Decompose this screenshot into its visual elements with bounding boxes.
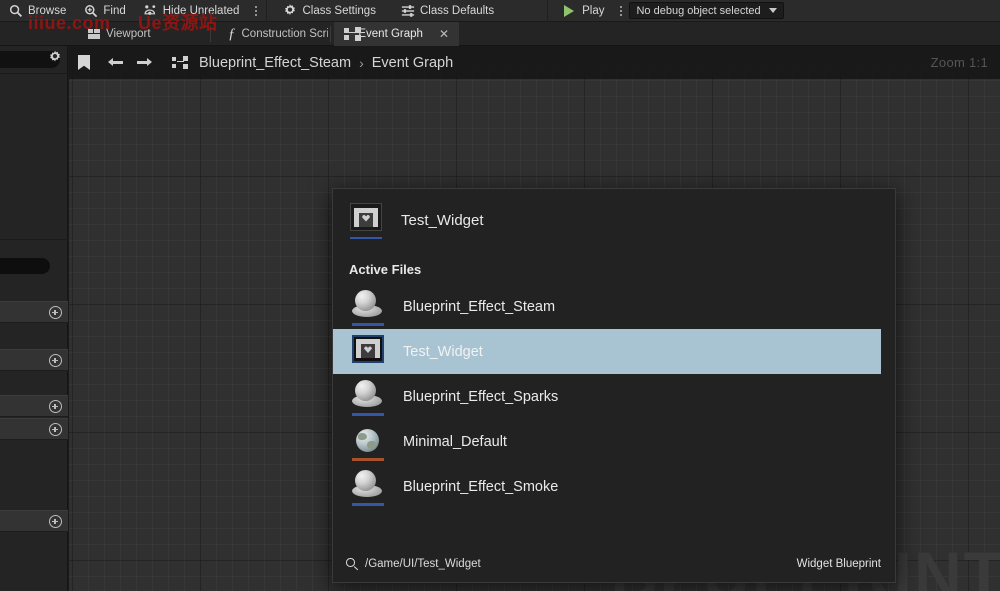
toolbar-divider-1 <box>266 0 267 22</box>
function-icon: ƒ <box>228 27 236 42</box>
asset-path: /Game/UI/Test_Widget <box>346 558 481 570</box>
find-label: Find <box>103 5 125 17</box>
graph-type-icon-wrap <box>167 46 193 79</box>
breadcrumb: Blueprint_Effect_Steam › Event Graph <box>199 55 453 71</box>
hide-unrelated-button[interactable]: Hide Unrelated <box>135 0 249 22</box>
list-item-label: Test_Widget <box>403 344 483 360</box>
list-item-label: Blueprint_Effect_Sparks <box>403 389 558 405</box>
close-icon[interactable]: ✕ <box>439 28 449 40</box>
arrow-left-icon <box>108 57 124 69</box>
bookmark-button[interactable] <box>69 46 99 79</box>
blueprint-sphere-icon <box>349 378 387 416</box>
hide-unrelated-icon <box>144 4 158 18</box>
tab-divider-1 <box>210 26 211 42</box>
plus-circle-icon[interactable] <box>49 306 62 319</box>
hide-unrelated-label: Hide Unrelated <box>163 5 240 17</box>
panel-row-4[interactable] <box>0 418 68 440</box>
search-icon <box>346 558 358 570</box>
panel-divider-top <box>0 73 68 74</box>
toolbar-divider-2 <box>547 0 548 22</box>
play-button[interactable]: Play <box>550 0 613 22</box>
plus-circle-icon[interactable] <box>49 423 62 436</box>
class-defaults-label: Class Defaults <box>420 5 494 17</box>
left-panel <box>0 46 68 591</box>
panel-row-5[interactable] <box>0 510 68 532</box>
play-icon <box>564 5 574 17</box>
hide-unrelated-overflow-button[interactable] <box>248 0 264 22</box>
blueprint-sphere-icon <box>349 288 387 326</box>
list-item-label: Blueprint_Effect_Smoke <box>403 479 558 495</box>
tab-event-graph-label: Event Graph <box>358 28 423 40</box>
widget-blueprint-icon <box>349 333 387 371</box>
panel-filter-input[interactable] <box>0 258 50 274</box>
find-icon <box>84 4 98 18</box>
gear-icon <box>283 4 297 18</box>
bookmark-icon <box>78 55 90 70</box>
list-item-label: Blueprint_Effect_Steam <box>403 299 555 315</box>
arrow-right-icon <box>136 57 152 69</box>
find-button[interactable]: Find <box>75 0 134 22</box>
viewport-icon <box>88 29 100 39</box>
world-globe-icon <box>349 423 387 461</box>
asset-path-label: /Game/UI/Test_Widget <box>365 558 481 570</box>
plus-circle-icon[interactable] <box>49 515 62 528</box>
active-files-label: Active Files <box>349 262 421 277</box>
panel-row-3[interactable] <box>0 395 68 417</box>
panel-row-1[interactable] <box>0 301 68 323</box>
asset-type-label: Widget Blueprint <box>797 558 881 570</box>
event-graph-icon <box>344 27 352 41</box>
dialog-header: Test_Widget <box>333 189 895 251</box>
tab-construction-script-label: Construction Scri <box>242 28 329 40</box>
class-settings-button[interactable]: Class Settings <box>269 0 385 22</box>
play-options-button[interactable] <box>613 0 629 22</box>
panel-row-2[interactable] <box>0 349 68 371</box>
browse-button[interactable]: Browse <box>0 0 75 22</box>
forward-button[interactable] <box>131 46 157 79</box>
debug-object-dropdown[interactable]: No debug object selected <box>629 2 783 19</box>
class-settings-label: Class Settings <box>302 5 376 17</box>
plus-circle-icon[interactable] <box>49 400 62 413</box>
breadcrumb-separator-icon: › <box>359 55 364 71</box>
widget-blueprint-icon <box>347 201 385 239</box>
document-tab-strip: Viewport ƒ Construction Scri Event Graph… <box>0 22 1000 46</box>
list-item-label: Minimal_Default <box>403 434 507 450</box>
tab-divider-2 <box>330 26 331 42</box>
debug-object-value: No debug object selected <box>636 5 760 17</box>
list-item[interactable]: Blueprint_Effect_Steam <box>333 284 895 329</box>
list-item[interactable]: Blueprint_Effect_Smoke <box>333 464 895 509</box>
asset-picker-dialog[interactable]: Test_Widget Active Files Blueprint_Effec… <box>332 188 896 583</box>
list-item[interactable]: Test_Widget <box>333 329 881 374</box>
list-item[interactable]: Blueprint_Effect_Sparks <box>333 374 895 419</box>
dialog-title: Test_Widget <box>401 212 484 229</box>
tab-construction-script[interactable]: ƒ Construction Scri <box>218 22 328 46</box>
blueprint-toolbar: Browse Find Hi <box>0 0 1000 22</box>
class-defaults-button[interactable]: Class Defaults <box>385 0 503 22</box>
event-graph-icon <box>172 56 189 70</box>
tab-viewport[interactable]: Viewport <box>78 22 161 46</box>
tab-viewport-label: Viewport <box>106 28 151 40</box>
chevron-down-icon <box>769 8 777 13</box>
dialog-footer: /Game/UI/Test_Widget Widget Blueprint <box>333 546 895 582</box>
browse-label: Browse <box>28 5 66 17</box>
breadcrumb-root[interactable]: Blueprint_Effect_Steam <box>199 55 351 71</box>
breadcrumb-leaf[interactable]: Event Graph <box>372 55 453 71</box>
active-files-list: Blueprint_Effect_Steam Test_Widget <box>333 284 895 509</box>
back-button[interactable] <box>103 46 129 79</box>
graph-toolbar: Blueprint_Effect_Steam › Event Graph Zoo… <box>69 46 1000 79</box>
gear-icon[interactable] <box>48 50 62 64</box>
panel-divider-mid <box>0 239 68 240</box>
blueprint-sphere-icon <box>349 468 387 506</box>
tab-event-graph[interactable]: Event Graph ✕ <box>334 22 459 46</box>
browse-icon <box>9 4 23 18</box>
plus-circle-icon[interactable] <box>49 354 62 367</box>
list-item[interactable]: Minimal_Default <box>333 419 895 464</box>
play-label: Play <box>582 5 604 17</box>
zoom-level-label: Zoom 1:1 <box>931 55 988 70</box>
editor-window: Browse Find Hi <box>0 0 1000 591</box>
sliders-icon <box>401 4 415 18</box>
